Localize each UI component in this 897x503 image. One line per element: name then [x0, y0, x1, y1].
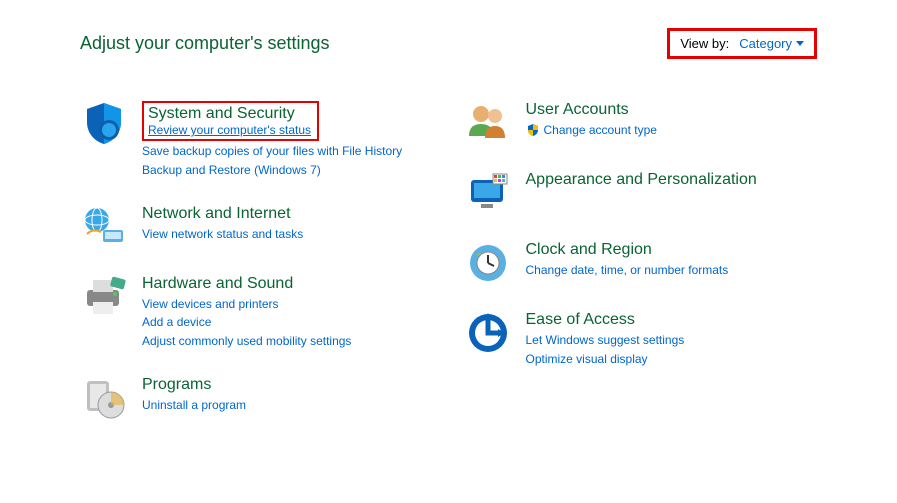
viewby-label: View by:: [680, 36, 729, 51]
category-link[interactable]: Uninstall a program: [142, 397, 246, 414]
accessibility-icon[interactable]: [464, 309, 512, 357]
category-link[interactable]: Add a device: [142, 314, 351, 331]
category-network: Network and Internet View network status…: [80, 203, 434, 251]
category-link[interactable]: Change account type: [544, 122, 657, 139]
category-link[interactable]: View network status and tasks: [142, 226, 303, 243]
category-user-accounts: User Accounts Change account type: [464, 99, 818, 147]
category-ease-of-access: Ease of Access Let Windows suggest setti…: [464, 309, 818, 370]
users-icon[interactable]: [464, 99, 512, 147]
category-clock-region: Clock and Region Change date, time, or n…: [464, 239, 818, 287]
viewby-highlight: View by: Category: [667, 28, 817, 59]
shield-icon[interactable]: [80, 99, 128, 147]
category-hardware: Hardware and Sound View devices and prin…: [80, 273, 434, 352]
disc-box-icon[interactable]: [80, 374, 128, 422]
viewby-dropdown[interactable]: Category: [739, 36, 804, 51]
category-link[interactable]: View devices and printers: [142, 296, 351, 313]
chevron-down-icon: [796, 41, 804, 46]
category-title[interactable]: Network and Internet: [142, 205, 291, 223]
category-link[interactable]: Optimize visual display: [526, 351, 685, 368]
viewby-value: Category: [739, 36, 792, 51]
category-title[interactable]: System and Security: [148, 105, 295, 123]
category-link[interactable]: Review your computer's status: [148, 123, 311, 137]
category-title[interactable]: Hardware and Sound: [142, 275, 293, 293]
category-system-security: System and Security Review your computer…: [80, 99, 434, 181]
category-link[interactable]: Change date, time, or number formats: [526, 262, 729, 279]
printer-icon[interactable]: [80, 273, 128, 321]
category-title[interactable]: Programs: [142, 376, 211, 394]
clock-globe-icon[interactable]: [464, 239, 512, 287]
category-title[interactable]: Clock and Region: [526, 241, 652, 259]
system-security-highlight: System and Security Review your computer…: [142, 101, 319, 141]
category-programs: Programs Uninstall a program: [80, 374, 434, 422]
category-link[interactable]: Adjust commonly used mobility settings: [142, 333, 351, 350]
category-link[interactable]: Save backup copies of your files with Fi…: [142, 143, 402, 160]
category-appearance: Appearance and Personalization: [464, 169, 818, 217]
category-title[interactable]: Ease of Access: [526, 311, 635, 329]
monitor-palette-icon[interactable]: [464, 169, 512, 217]
uac-shield-icon: [526, 123, 540, 140]
category-title[interactable]: Appearance and Personalization: [526, 171, 757, 189]
page-title: Adjust your computer's settings: [80, 33, 330, 54]
globe-network-icon[interactable]: [80, 203, 128, 251]
category-link[interactable]: Backup and Restore (Windows 7): [142, 162, 402, 179]
category-link[interactable]: Let Windows suggest settings: [526, 332, 685, 349]
category-title[interactable]: User Accounts: [526, 101, 629, 119]
